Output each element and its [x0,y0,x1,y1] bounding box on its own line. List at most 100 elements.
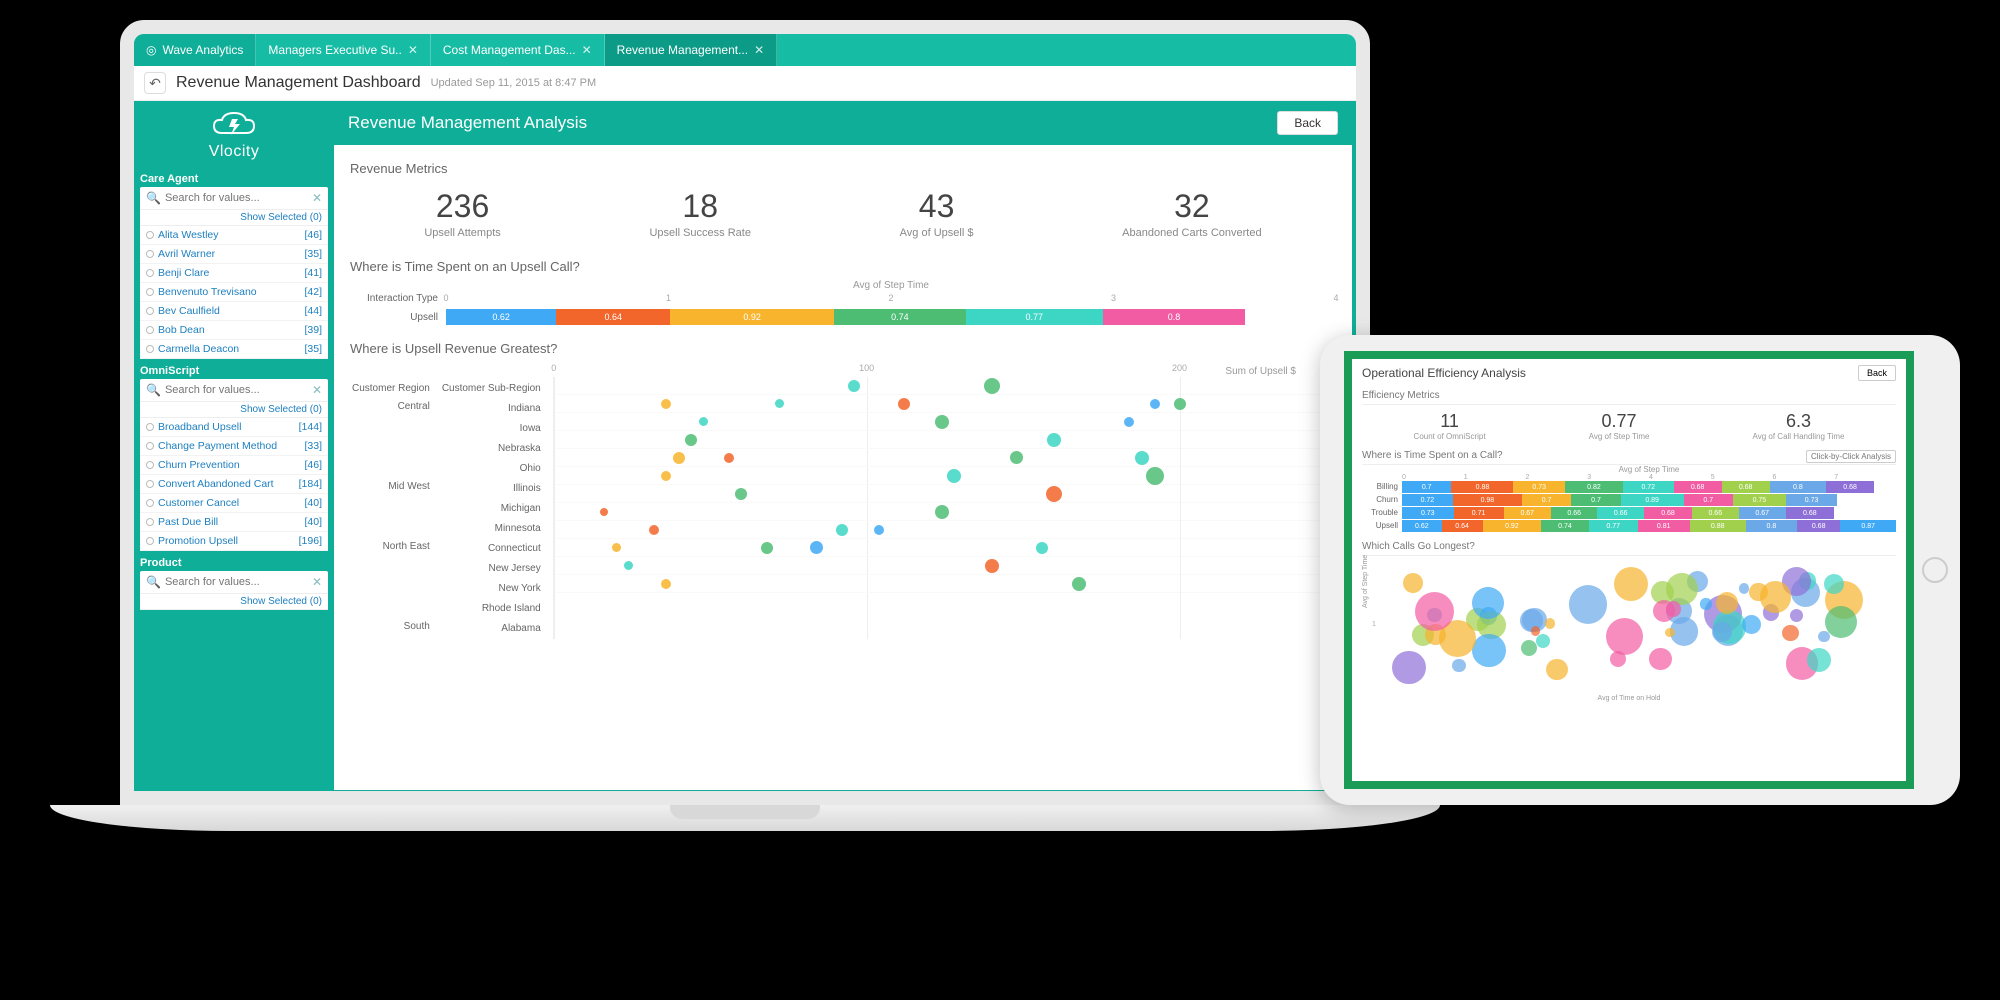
bubble[interactable] [600,508,608,516]
show-selected-link[interactable]: Show Selected (0) [140,594,328,610]
bubble[interactable] [1649,648,1672,671]
click-analysis-button[interactable]: Click-by-Click Analysis [1806,450,1896,463]
bar-segment[interactable]: 0.87 [1840,520,1896,532]
facet-item[interactable]: Promotion Upsell[196] [140,532,328,551]
facet-item[interactable]: Change Payment Method[33] [140,437,328,456]
bar-segment[interactable]: 0.88 [1690,520,1746,532]
facet-item[interactable]: Bob Dean[39] [140,321,328,340]
bubble[interactable] [1146,467,1164,485]
bubble[interactable] [1452,659,1466,673]
bubble[interactable] [985,559,999,573]
bar-segment[interactable]: 0.62 [446,309,556,325]
bubble[interactable] [1716,592,1738,614]
bubble[interactable] [1521,640,1537,656]
tab-0[interactable]: Managers Executive Su..✕ [256,34,430,66]
clear-icon[interactable]: ✕ [312,575,322,589]
bar-segment[interactable]: 0.68 [1722,481,1770,493]
facet-item[interactable]: Churn Prevention[46] [140,456,328,475]
bubble[interactable] [649,525,659,535]
undo-button[interactable]: ↶ [144,72,166,94]
bubble[interactable] [761,542,773,554]
bar-segment[interactable]: 0.68 [1644,507,1692,519]
bar-segment[interactable]: 0.8 [1103,309,1245,325]
bar-segment[interactable]: 0.92 [1483,520,1542,532]
bubble[interactable] [735,488,747,500]
bar-segment[interactable]: 0.8 [1770,481,1826,493]
bubble[interactable] [699,417,708,426]
bubble[interactable] [1782,625,1799,642]
bar-segment[interactable]: 0.66 [1597,507,1644,519]
bar-segment[interactable]: 0.7 [1522,494,1571,506]
facet-search-input[interactable] [165,384,312,396]
facet-item[interactable]: Past Due Bill[40] [140,513,328,532]
bubble[interactable] [947,469,961,483]
tab-1[interactable]: Cost Management Das...✕ [431,34,605,66]
bubble[interactable] [1046,486,1062,502]
bubble[interactable] [661,471,671,481]
bubble[interactable] [1807,648,1831,672]
bar-segment[interactable]: 0.7 [1684,494,1733,506]
bar-segment[interactable]: 0.66 [1692,507,1739,519]
bubble[interactable] [1150,399,1160,409]
bar-segment[interactable]: 0.77 [966,309,1103,325]
bubble[interactable] [673,452,685,464]
bar-segment[interactable]: 0.64 [1442,520,1483,532]
bar-segment[interactable]: 0.7 [1402,481,1451,493]
close-icon[interactable]: ✕ [408,43,418,57]
bar-segment[interactable]: 0.89 [1621,494,1684,506]
facet-search-input[interactable] [165,576,312,588]
bubble[interactable] [1472,634,1505,667]
bar-segment[interactable]: 0.98 [1453,494,1522,506]
bubble[interactable] [1472,587,1504,619]
bubble[interactable] [1790,609,1803,622]
tablet-home-button[interactable] [1922,557,1948,583]
facet-item[interactable]: Bev Caulfield[44] [140,302,328,321]
bar-segment[interactable]: 0.72 [1402,494,1453,506]
bar-segment[interactable]: 0.66 [1551,507,1598,519]
bubble[interactable] [1825,606,1857,638]
bubble[interactable] [685,434,697,446]
bubble[interactable] [1124,417,1134,427]
facet-item[interactable]: Carmella Deacon[35] [140,340,328,359]
bar-segment[interactable]: 0.67 [1739,507,1786,519]
bubble[interactable] [1174,398,1186,410]
close-icon[interactable]: ✕ [582,43,592,57]
bar-segment[interactable]: 0.75 [1733,494,1786,506]
bar-segment[interactable]: 0.73 [1513,481,1565,493]
bubble[interactable] [984,378,1000,394]
bar-segment[interactable]: 0.73 [1402,507,1454,519]
bubble[interactable] [848,380,860,392]
bubble[interactable] [1047,433,1061,447]
bubble[interactable] [1614,567,1648,601]
bubble[interactable] [1606,618,1643,655]
tablet-back-button[interactable]: Back [1858,365,1896,381]
bubble[interactable] [1700,598,1711,609]
facet-item[interactable]: Benvenuto Trevisano[42] [140,283,328,302]
facet-item[interactable]: Benji Clare[41] [140,264,328,283]
show-selected-link[interactable]: Show Selected (0) [140,210,328,226]
clear-icon[interactable]: ✕ [312,383,322,397]
bubble[interactable] [1072,577,1086,591]
bubble[interactable] [1742,615,1761,634]
bar-segment[interactable]: 0.72 [1623,481,1674,493]
bubble[interactable] [661,399,671,409]
bubble[interactable] [612,543,621,552]
bubble[interactable] [775,399,784,408]
bubble[interactable] [1536,634,1550,648]
bubble[interactable] [1010,451,1023,464]
bar-segment[interactable]: 0.68 [1674,481,1722,493]
tab-home[interactable]: ◎ Wave Analytics [134,34,256,66]
bar-segment[interactable]: 0.68 [1786,507,1834,519]
bubble[interactable] [1749,583,1768,602]
bar-segment[interactable]: 0.81 [1638,520,1690,532]
bubble[interactable] [874,525,884,535]
bar-segment[interactable]: 0.62 [1402,520,1442,532]
bar-segment[interactable]: 0.88 [1451,481,1513,493]
close-icon[interactable]: ✕ [754,43,764,57]
bar-segment[interactable]: 0.74 [834,309,966,325]
bar-segment[interactable]: 0.74 [1541,520,1588,532]
bubble[interactable] [1135,451,1149,465]
bubble[interactable] [724,453,734,463]
facet-item[interactable]: Convert Abandoned Cart[184] [140,475,328,494]
facet-item[interactable]: Broadband Upsell[144] [140,418,328,437]
